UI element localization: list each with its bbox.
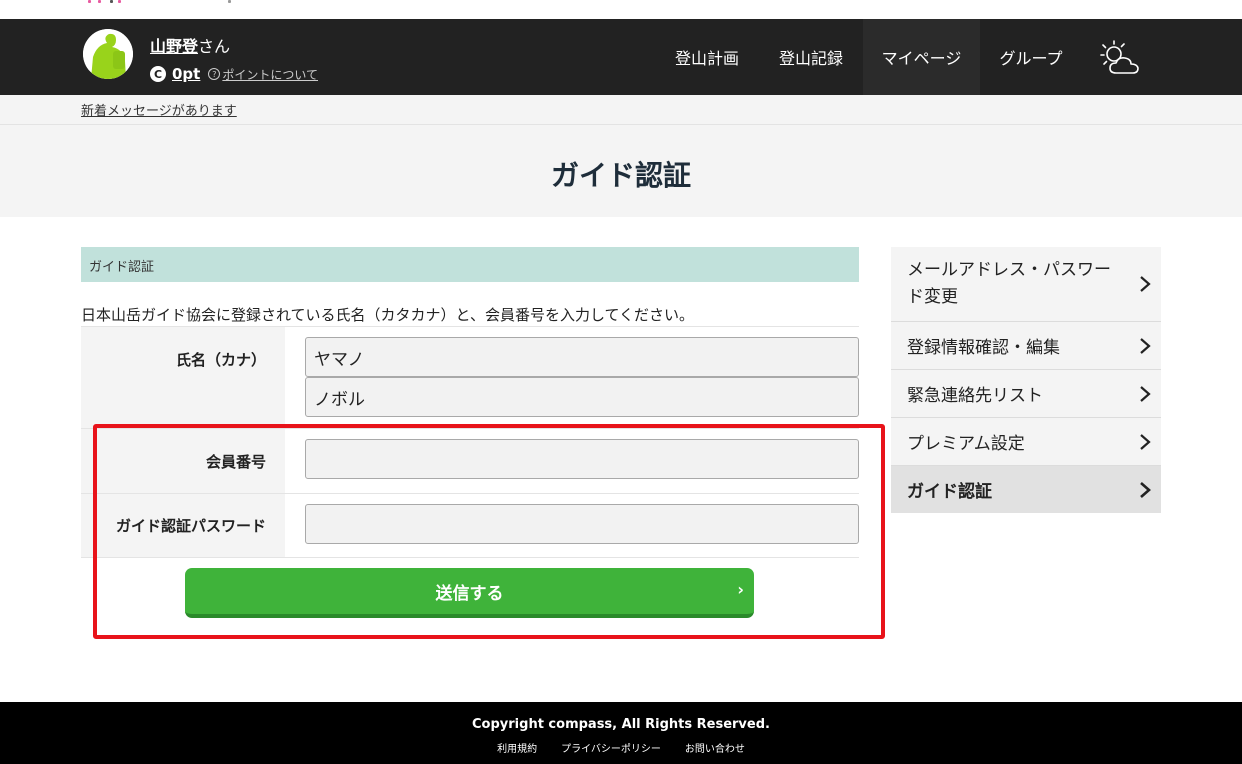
about-points-link[interactable]: ポイントについて [222,66,318,83]
coin-icon: C [150,66,166,82]
last-name-kana-input[interactable] [305,337,859,377]
chevron-right-icon [1140,385,1151,402]
name-kana-label: 氏名（カナ） [81,327,285,428]
section-heading: ガイド認証 [81,247,859,282]
chevron-right-icon [1140,276,1151,292]
sidebar-item-premium-settings[interactable]: プレミアム設定 [891,418,1161,466]
chevron-right-icon [1140,481,1151,498]
message-bar: 新着メッセージがあります [0,95,1242,125]
help-icon: ? [208,68,221,80]
nav-mypage[interactable]: マイページ [863,19,980,95]
user-name-link[interactable]: 山野登 [150,37,198,56]
new-message-link[interactable]: 新着メッセージがあります [81,100,237,119]
member-number-label: 会員番号 [81,429,285,493]
sidebar-item-label: メールアドレス・パスワード変更 [907,260,1111,307]
chevron-right-icon: › [737,580,744,599]
guide-password-row: ガイド認証パスワード [81,493,859,557]
weather-sun-cloud-icon[interactable] [1098,39,1144,77]
footer-link-privacy[interactable]: プライバシーポリシー [561,740,661,755]
guide-password-label: ガイド認証パスワード [81,494,285,557]
footer-links: 利用規約 プライバシーポリシー お問い合わせ [0,740,1242,755]
nav-group[interactable]: グループ [984,19,1078,95]
logo-remnant [88,0,238,4]
user-name-suffix: さん [198,37,231,56]
user-name-line: 山野登さん [150,33,230,57]
points-link[interactable]: 0pt [172,65,200,83]
member-number-row: 会員番号 [81,428,859,493]
submit-button[interactable]: 送信する › [185,568,754,618]
footer-link-contact[interactable]: お問い合わせ [685,740,745,755]
sidebar-item-emergency-contacts[interactable]: 緊急連絡先リスト [891,370,1161,418]
member-number-input[interactable] [305,439,859,479]
settings-sidebar: メールアドレス・パスワード変更 登録情報確認・編集 緊急連絡先リスト プレミアム… [891,247,1161,513]
site-footer: Copyright compass, All Rights Reserved. … [0,702,1242,764]
site-header: 山野登さん C 0pt ? ポイントについて 登山計画 登山記録 マイページ グ… [0,19,1242,95]
submit-button-label: 送信する [435,583,504,604]
sidebar-item-guide-auth[interactable]: ガイド認証 [891,466,1161,513]
copyright: Copyright compass, All Rights Reserved. [472,717,770,732]
nav-climbing-plan[interactable]: 登山計画 [660,19,754,95]
points-row: C 0pt ? ポイントについて [150,65,318,83]
sidebar-item-email-password[interactable]: メールアドレス・パスワード変更 [891,247,1161,322]
sidebar-item-label: 緊急連絡先リスト [907,386,1043,406]
chevron-right-icon [1140,337,1151,354]
form-bottom-divider [81,557,859,558]
nav-climbing-record[interactable]: 登山記録 [764,19,858,95]
sidebar-item-label: プレミアム設定 [907,434,1025,454]
sidebar-item-label: 登録情報確認・編集 [907,338,1060,358]
page-title: ガイド認証 [550,159,691,192]
sidebar-item-label: ガイド認証 [907,482,992,502]
chevron-right-icon [1140,433,1151,450]
user-avatar[interactable] [83,29,133,79]
first-name-kana-input[interactable] [305,377,859,417]
title-bar: ガイド認証 [0,125,1242,217]
top-strip [0,0,1242,19]
form-description: 日本山岳ガイド協会に登録されている氏名（カタカナ）と、会員番号を入力してください… [81,306,695,324]
footer-link-terms[interactable]: 利用規約 [497,740,537,755]
sidebar-item-registration-info[interactable]: 登録情報確認・編集 [891,322,1161,370]
hiker-avatar-icon [83,29,133,79]
name-kana-row: 氏名（カナ） [81,326,859,428]
guide-password-input[interactable] [305,504,859,544]
